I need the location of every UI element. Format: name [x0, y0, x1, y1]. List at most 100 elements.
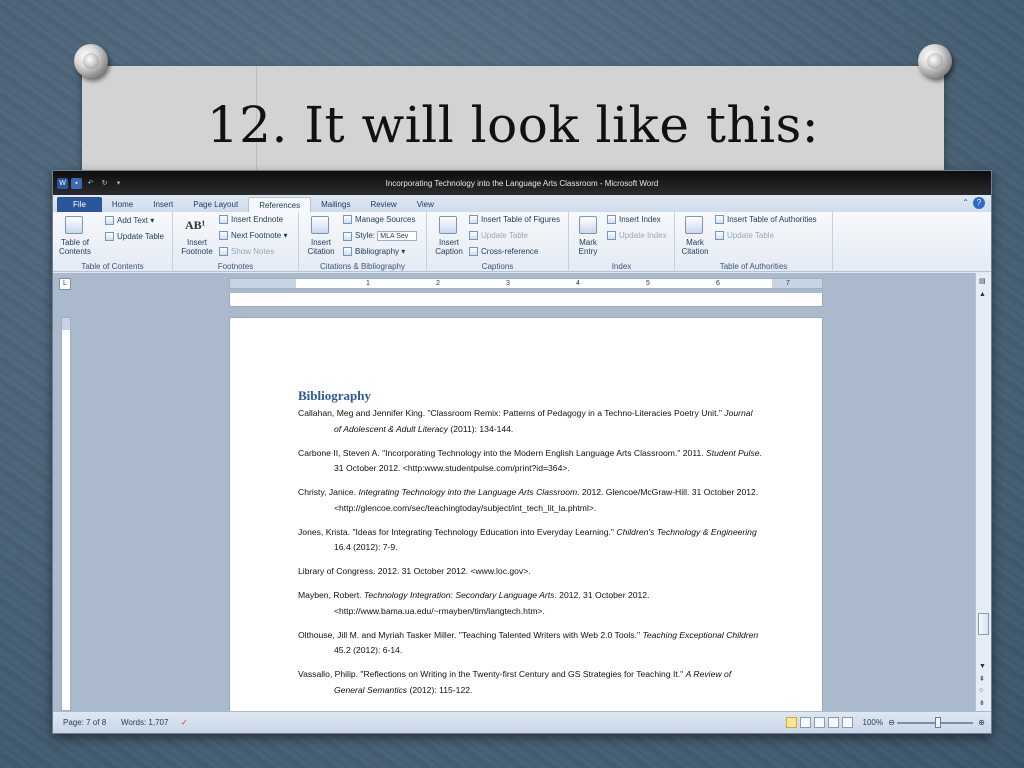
full-screen-reading-icon[interactable] [800, 717, 811, 728]
style-dropdown[interactable]: MLA Sev [377, 231, 418, 241]
style-selector[interactable]: Style: MLA Sev [343, 231, 418, 241]
tab-file[interactable]: File [57, 197, 102, 212]
ruler-number: 7 [786, 280, 790, 287]
window-title: Incorporating Technology into the Langua… [385, 179, 659, 188]
scroll-up-icon[interactable]: ▲ [979, 291, 986, 298]
page-count[interactable]: Page: 7 of 8 [63, 718, 106, 727]
scrollbar-thumb[interactable] [978, 613, 989, 635]
previous-page-icon[interactable]: ⇞ [979, 675, 985, 683]
vertical-ruler[interactable] [61, 317, 71, 711]
update-authorities-table-button[interactable]: Update Table [715, 231, 774, 241]
group-citations: Insert Citation Manage Sources Style: ML… [299, 212, 427, 272]
tab-references[interactable]: References [248, 197, 312, 212]
table-of-authorities-icon [715, 215, 724, 225]
cross-reference-icon [469, 247, 478, 257]
vertical-scrollbar[interactable]: ▤ ▲ ▼ ⇞ ○ ⇟ [975, 273, 991, 713]
insert-citation-icon[interactable] [311, 216, 329, 234]
cross-reference-button[interactable]: Cross-reference [469, 247, 538, 257]
next-page-icon[interactable]: ⇟ [979, 699, 985, 707]
zoom-in-icon[interactable]: ⊕ [978, 718, 985, 727]
table-of-contents-icon[interactable] [65, 216, 83, 234]
manage-sources-button[interactable]: Manage Sources [343, 215, 415, 225]
table-of-contents-button[interactable]: Table of Contents [55, 238, 95, 256]
ribbon-tabs: File Home Insert Page Layout References … [53, 195, 991, 212]
group-label-citations: Citations & Bibliography [320, 262, 405, 271]
tab-insert[interactable]: Insert [143, 197, 183, 212]
list-item: Olthouse, Jill M. and Myriah Tasker Mill… [298, 629, 759, 656]
mark-entry-icon[interactable] [579, 216, 597, 234]
next-footnote-icon [219, 231, 228, 241]
group-table-of-authorities: Mark Citation Insert Table of Authoritie… [675, 212, 833, 272]
insert-caption-button[interactable]: Insert Caption [429, 238, 469, 256]
draft-view-icon[interactable] [842, 717, 853, 728]
manage-sources-icon [343, 215, 352, 225]
insert-footnote-icon[interactable]: AB¹ [185, 218, 205, 233]
web-layout-icon[interactable] [814, 717, 825, 728]
show-notes-button[interactable]: Show Notes [219, 247, 274, 257]
update-figures-table-button[interactable]: Update Table [469, 231, 528, 241]
vertical-ruler-top-margin [62, 318, 70, 330]
insert-endnote-icon [219, 215, 228, 225]
list-item: Christy, Janice. Integrating Technology … [298, 487, 759, 513]
list-item: Library of Congress. 2012. 31 October 20… [298, 566, 531, 576]
group-captions: Insert Caption Insert Table of Figures U… [427, 212, 569, 272]
word-count[interactable]: Words: 1,707 [121, 718, 168, 727]
ruler-left-margin [230, 279, 296, 288]
tab-page-layout[interactable]: Page Layout [183, 197, 248, 212]
insert-footnote-button[interactable]: Insert Footnote [175, 238, 219, 256]
previous-page-bottom [229, 293, 823, 307]
tab-review[interactable]: Review [360, 197, 406, 212]
style-icon [343, 231, 352, 241]
next-footnote-button[interactable]: Next Footnote ▾ [219, 231, 288, 241]
list-item: Mayben, Robert. Technology Integration: … [298, 590, 650, 616]
select-browse-object-icon[interactable]: ○ [979, 687, 983, 694]
ruler-right-margin [772, 279, 822, 288]
help-icon[interactable]: ? [973, 197, 985, 209]
add-text-icon [105, 216, 114, 226]
mark-citation-button[interactable]: Mark Citation [677, 238, 713, 256]
tab-selector-icon[interactable]: L [59, 278, 71, 290]
reference-list: Callahan, Meg and Jennifer King. "Classr… [298, 406, 762, 707]
insert-index-icon [607, 215, 616, 225]
ruler-number: 3 [506, 280, 510, 287]
show-notes-icon [219, 247, 228, 257]
group-label-toc: Table of Contents [81, 262, 144, 271]
group-index: Mark Entry Insert Index Update Index Ind… [569, 212, 675, 272]
zoom-level[interactable]: 100% [863, 718, 883, 727]
minimize-ribbon-icon[interactable]: ⌃ [962, 198, 969, 207]
view-ruler-icon[interactable]: ▤ [979, 277, 986, 285]
insert-index-button[interactable]: Insert Index [607, 215, 661, 225]
bibliography-button[interactable]: Bibliography ▾ [343, 247, 405, 257]
slide-title: 12. It will look like this: [206, 96, 820, 154]
pushpin-right-icon [918, 44, 952, 78]
update-table-button[interactable]: Update Table [105, 232, 164, 242]
insert-endnote-button[interactable]: Insert Endnote [219, 215, 283, 225]
insert-table-of-authorities-button[interactable]: Insert Table of Authorities [715, 215, 817, 225]
table-of-figures-icon [469, 215, 478, 225]
word-window: W ▪ ↶ ↻ ▾ Incorporating Technology into … [52, 170, 992, 734]
insert-table-of-figures-button[interactable]: Insert Table of Figures [469, 215, 560, 225]
tab-view[interactable]: View [407, 197, 444, 212]
ribbon: Table of Contents Add Text ▾ Update Tabl… [53, 212, 991, 272]
list-item: Jones, Krista. "Ideas for Integrating Te… [298, 526, 757, 553]
insert-citation-button[interactable]: Insert Citation [301, 238, 341, 256]
ruler-number: 2 [436, 280, 440, 287]
mark-entry-button[interactable]: Mark Entry [571, 238, 605, 256]
tab-home[interactable]: Home [102, 197, 143, 212]
add-text-button[interactable]: Add Text ▾ [105, 216, 154, 226]
proofing-icon[interactable]: ✓ [181, 718, 188, 727]
zoom-out-icon[interactable]: ⊖ [888, 718, 895, 727]
bibliography-heading: Bibliography [298, 388, 371, 403]
outline-view-icon[interactable] [828, 717, 839, 728]
scroll-down-icon[interactable]: ▼ [979, 663, 986, 670]
group-label-footnotes: Footnotes [217, 262, 254, 271]
zoom-slider-thumb[interactable] [935, 717, 941, 728]
document-page[interactable]: Bibliography Callahan, Meg and Jennifer … [229, 317, 823, 717]
mark-citation-icon[interactable] [685, 216, 703, 234]
print-layout-icon[interactable] [786, 717, 797, 728]
insert-caption-icon[interactable] [439, 216, 457, 234]
ruler-number: 5 [646, 280, 650, 287]
update-index-button[interactable]: Update Index [607, 231, 667, 241]
horizontal-ruler[interactable]: 1 2 3 4 5 6 7 [229, 278, 823, 289]
tab-mailings[interactable]: Mailings [311, 197, 360, 212]
